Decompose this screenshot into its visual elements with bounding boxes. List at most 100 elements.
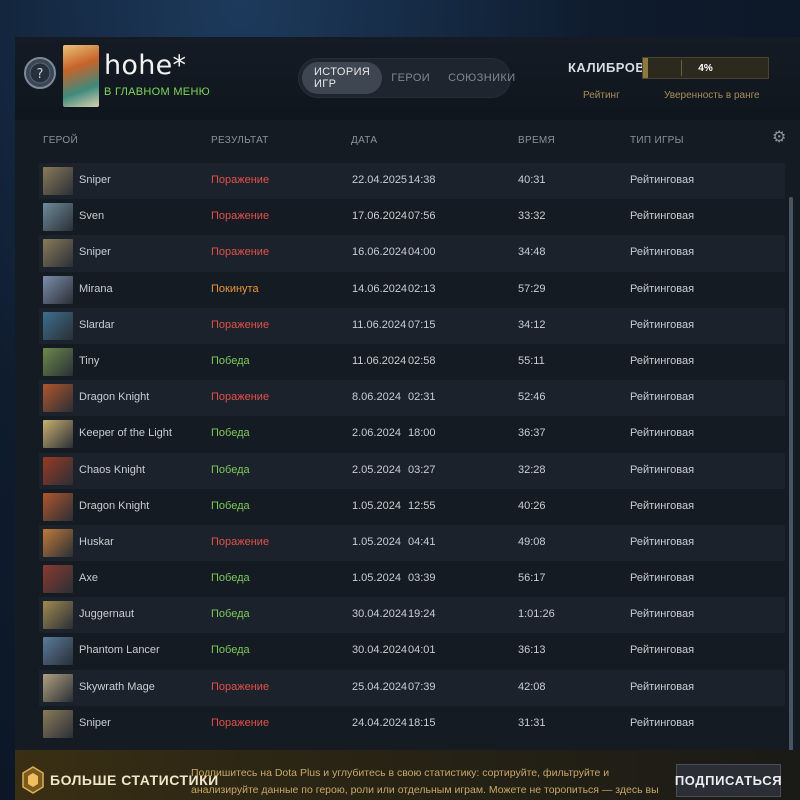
match-date: 2.05.2024 [352,463,401,476]
table-row[interactable]: Dragon Knight Победа 1.05.2024 12:55 40:26 Ре… [39,488,785,525]
table-row[interactable]: Sniper Поражение 16.06.2024 04:00 34:48 Рейти… [39,235,785,272]
hero-name: Phantom Lancer [79,644,160,657]
match-result: Поражение [211,318,270,331]
header-date[interactable]: ДАТА [351,135,377,146]
table-row[interactable]: Skywrath Mage Поражение 25.04.2024 07:39 42:… [39,669,785,706]
table-row[interactable]: Keeper of the Light Победа 2.06.2024 18:00 3… [39,416,785,453]
scrollbar[interactable] [789,197,793,787]
table-row[interactable]: Sven Поражение 17.06.2024 07:56 33:32 Рейтинг… [39,199,785,236]
game-type: Рейтинговая [630,572,695,585]
game-type: Рейтинговая [630,391,695,404]
match-duration: 34:48 [518,246,546,259]
match-duration: 42:08 [518,680,546,693]
match-result: Победа [211,499,250,512]
dota-plus-icon [22,766,44,794]
calibration-progress-bar: 4% [642,57,769,79]
table-row[interactable]: Sniper Поражение 24.04.2024 18:15 31:31 Рейти… [39,705,785,742]
hero-portrait [43,456,73,485]
hero-name: Dragon Knight [79,391,150,404]
game-type: Рейтинговая [630,318,695,331]
game-type: Рейтинговая [630,716,695,729]
table-row[interactable]: Chaos Knight Победа 2.05.2024 03:27 32:28 Рей… [39,452,785,489]
header-hero[interactable]: ГЕРОЙ [43,135,78,146]
table-row[interactable]: Sniper Поражение 22.04.2025 14:38 40:31 Рейти… [39,163,785,200]
match-time: 02:31 [408,391,436,404]
rank-medal-icon[interactable]: ? [23,48,57,98]
table-row[interactable]: Axe Победа 1.05.2024 03:39 56:17 Рейтинговая [39,561,785,598]
subscribe-button[interactable]: ПОДПИСАТЬСЯ [675,764,782,797]
hero-portrait [43,239,73,268]
hero-name: Mirana [79,282,113,295]
match-result: Поражение [211,246,270,259]
match-result: Поражение [211,210,270,223]
hero-portrait [43,673,73,702]
hero-name: Axe [79,572,98,585]
match-time: 14:38 [408,174,436,186]
match-result: Победа [211,644,250,657]
match-duration: 31:31 [518,716,546,729]
svg-text:?: ? [37,67,44,82]
table-row[interactable]: Tiny Победа 11.06.2024 02:58 55:11 Рейтингова… [39,343,785,381]
match-result: Победа [211,608,250,621]
hero-portrait [43,384,73,413]
match-time: 03:27 [408,463,436,476]
match-time: 02:58 [408,354,436,367]
match-date: 1.05.2024 [352,572,401,585]
hero-name: Sniper [79,174,111,186]
profile-header: ? hohe* В ГЛАВНОМ МЕНЮ ИСТОРИЯ ИГР ГЕРОИ… [15,37,800,120]
scrollbar-thumb[interactable] [789,197,793,787]
table-header: ГЕРОЙ РЕЗУЛЬТАТ ДАТА ВРЕМЯ ТИП ИГРЫ ⚙ [15,120,800,158]
hero-portrait [43,601,73,630]
hero-portrait [43,347,73,376]
match-date: 30.04.2024 [352,608,408,621]
game-type: Рейтинговая [630,246,695,259]
game-type: Рейтинговая [630,427,695,440]
game-type: Рейтинговая [630,680,695,693]
match-time: 04:00 [408,246,436,259]
match-time: 18:15 [408,716,436,729]
match-date: 24.04.2024 [352,716,408,729]
match-time: 07:39 [408,680,436,693]
table-row[interactable]: Dragon Knight Поражение 8.06.2024 02:31 52:4… [39,380,785,417]
hero-name: Skywrath Mage [79,680,155,693]
game-type: Рейтинговая [630,463,695,476]
match-result: Поражение [211,391,270,404]
hero-name: Chaos Knight [79,463,146,476]
gear-icon[interactable]: ⚙ [772,130,788,146]
match-date: 30.04.2024 [352,644,408,657]
table-row[interactable]: Slardar Поражение 11.06.2024 07:15 34:12 Рейт… [39,307,785,344]
header-game-type[interactable]: ТИП ИГРЫ [630,135,684,146]
match-time: 18:00 [408,427,436,440]
tab-heroes[interactable]: ГЕРОИ [382,62,439,94]
match-time: 07:56 [408,210,436,223]
hero-name: Sven [79,210,105,223]
tab-allies[interactable]: СОЮЗНИКИ [439,62,524,94]
match-date: 25.04.2024 [352,680,408,693]
match-time: 04:01 [408,644,436,657]
username: hohe* [104,50,187,81]
header-result[interactable]: РЕЗУЛЬТАТ [211,135,269,146]
table-row[interactable]: Juggernaut Победа 30.04.2024 19:24 1:01:26 Ре… [39,597,785,634]
hero-name: Keeper of the Light [79,427,172,440]
avatar[interactable] [63,45,99,107]
table-row[interactable]: Phantom Lancer Победа 30.04.2024 04:01 36:13… [39,633,785,670]
match-duration: 32:28 [518,463,546,476]
hero-portrait [43,709,73,738]
promo-text: Подпишитесь на Dota Plus и углубитесь в … [191,767,659,796]
match-date: 1.05.2024 [352,499,401,512]
match-duration: 1:01:26 [518,608,555,621]
match-time: 19:24 [408,608,436,621]
table-row[interactable]: Mirana Покинута 14.06.2024 02:13 57:29 Рейтин… [39,271,785,308]
match-date: 14.06.2024 [352,282,408,295]
game-type: Рейтинговая [630,210,695,223]
presence-status: В ГЛАВНОМ МЕНЮ [104,86,211,98]
match-result: Поражение [211,535,270,548]
match-result: Победа [211,572,250,585]
match-duration: 36:37 [518,427,546,440]
match-duration: 34:12 [518,318,546,331]
match-time: 07:15 [408,318,436,331]
header-duration[interactable]: ВРЕМЯ [518,135,555,146]
table-row[interactable]: Huskar Поражение 1.05.2024 04:41 49:08 Рейтин… [39,524,785,562]
tab-match-history[interactable]: ИСТОРИЯ ИГР [302,62,383,94]
match-result: Победа [211,354,250,367]
